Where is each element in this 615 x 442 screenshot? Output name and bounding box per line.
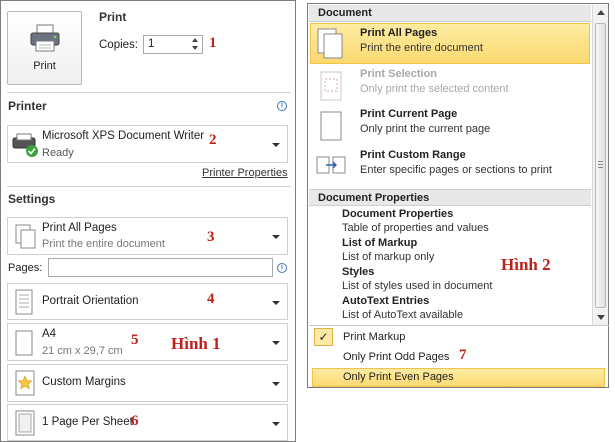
check-icon: ✓ (314, 328, 333, 346)
divider (7, 186, 291, 187)
document-properties-group-header: Document Properties (309, 189, 591, 206)
figure-label-2: Hình 2 (501, 255, 551, 274)
menu-item-title: Document Properties (342, 208, 454, 220)
even-pages-label: Only Print Even Pages (343, 371, 454, 383)
divider (7, 92, 291, 93)
custom-range-icon (316, 156, 346, 174)
setting-subtitle: Print the entire document (42, 238, 165, 250)
menu-item-title: List of Markup (342, 237, 418, 249)
menu-item-title: Print Current Page (360, 108, 458, 120)
scroll-down-icon[interactable] (597, 315, 605, 320)
printer-dropdown[interactable]: Microsoft XPS Document Writer Ready (7, 125, 288, 163)
menu-item-desc: Only print the selected content (360, 83, 509, 95)
menu-item-desc: Table of properties and values (342, 222, 489, 234)
document-pages-icon (15, 224, 36, 249)
stepper-up-icon[interactable] (192, 38, 198, 42)
scroll-up-icon[interactable] (597, 10, 605, 15)
print-backstage-panel: Print Print Copies: 1 1 Printer i Micros… (0, 0, 296, 442)
margins-star-icon (15, 370, 35, 396)
margins-dropdown[interactable]: Custom Margins (7, 364, 288, 402)
annotation-1: 1 (209, 35, 217, 51)
settings-heading: Settings (8, 192, 56, 206)
annotation-5: 5 (131, 332, 139, 348)
pages-input[interactable] (48, 258, 273, 277)
setting-title: Portrait Orientation (42, 295, 139, 307)
annotation-4: 4 (207, 291, 215, 307)
printer-name: Microsoft XPS Document Writer (42, 130, 205, 142)
paper-size-icon (15, 330, 33, 356)
menu-item-title: Print All Pages (360, 27, 438, 39)
printer-heading: Printer (8, 99, 47, 113)
menu-item-title: Print Selection (360, 68, 438, 80)
dropdown-arrow-icon (272, 301, 280, 305)
menu-item-desc: List of styles used in document (342, 280, 493, 292)
dropdown-arrow-icon (272, 143, 280, 147)
pages-per-sheet-dropdown[interactable]: 1 Page Per Sheet (7, 404, 288, 441)
copies-stepper[interactable]: 1 (143, 35, 203, 54)
menu-item-desc: Print the entire document (360, 42, 483, 54)
menu-item-title: AutoText Entries (342, 295, 430, 307)
odd-pages-label: Only Print Odd Pages (343, 351, 450, 363)
scroll-thumb[interactable] (595, 23, 606, 308)
print-heading: Print (99, 10, 127, 24)
stepper-down-icon[interactable] (192, 46, 198, 50)
annotation-6: 6 (131, 413, 139, 429)
print-button-label: Print (33, 60, 56, 72)
copies-label: Copies: (99, 39, 138, 51)
menu-item-title: Print Custom Range (360, 149, 466, 161)
setting-subtitle: 21 cm x 29,7 cm (42, 345, 123, 357)
setting-title: Custom Margins (42, 376, 126, 388)
print-range-menu: Document Print All Pages Print the entir… (307, 3, 609, 388)
current-page-icon (320, 111, 342, 141)
print-markup-label: Print Markup (343, 331, 406, 343)
pages-per-sheet-icon (15, 410, 35, 436)
pages-label: Pages: (8, 262, 43, 274)
figure-label-1: Hình 1 (171, 334, 221, 353)
print-button[interactable]: Print (7, 11, 82, 85)
copies-value: 1 (148, 38, 155, 50)
dropdown-arrow-icon (272, 235, 280, 239)
printer-icon (30, 24, 60, 52)
selection-icon (320, 71, 342, 101)
menu-item-desc: Enter specific pages or sections to prin… (360, 164, 552, 176)
print-range-dropdown[interactable]: Print All Pages Print the entire documen… (7, 217, 288, 255)
info-icon[interactable]: i (277, 101, 287, 111)
dropdown-arrow-icon (272, 422, 280, 426)
printer-properties-link[interactable]: Printer Properties (202, 167, 288, 179)
setting-title: A4 (42, 328, 57, 340)
orientation-dropdown[interactable]: Portrait Orientation (7, 283, 288, 320)
dropdown-arrow-icon (272, 382, 280, 386)
menu-item-desc: List of AutoText available (342, 309, 464, 321)
annotation-3: 3 (207, 229, 215, 245)
menu-scrollbar[interactable] (592, 5, 608, 325)
portrait-icon (15, 289, 33, 315)
annotation-2: 2 (209, 132, 217, 148)
paper-size-dropdown[interactable]: A4 21 cm x 29,7 cm (7, 323, 288, 361)
setting-title: Print All Pages (42, 222, 117, 234)
menu-item-desc: List of markup only (342, 251, 435, 263)
printer-status: Ready (42, 147, 74, 159)
printer-ready-icon (12, 133, 38, 157)
dropdown-arrow-icon (272, 341, 280, 345)
annotation-7: 7 (459, 347, 467, 363)
menu-item-title: Styles (342, 266, 375, 278)
document-pages-icon (317, 28, 343, 59)
document-group-header: Document (309, 5, 591, 22)
setting-title: 1 Page Per Sheet (42, 416, 133, 428)
info-icon[interactable]: i (277, 263, 287, 273)
menu-item-desc: Only print the current page (360, 123, 491, 135)
